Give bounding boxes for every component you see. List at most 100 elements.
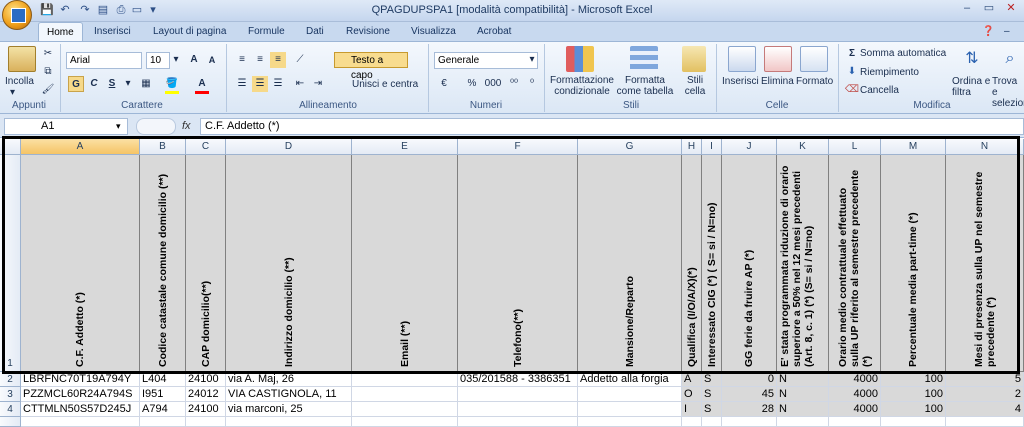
column-header-m[interactable]: M	[881, 139, 946, 155]
column-header-b[interactable]: B	[140, 139, 186, 155]
cell-f2[interactable]: 035/201588 - 3386351	[458, 372, 578, 387]
cell-g4[interactable]	[578, 402, 682, 417]
conditional-formatting-button[interactable]: Formattazione condizionale	[548, 75, 616, 97]
header-cell-i[interactable]: Interessato CIG (*) ( S= si / N=no)	[702, 155, 722, 372]
cell-h2[interactable]: A	[682, 372, 702, 387]
number-format-dropdown-icon[interactable]: ▾	[524, 52, 540, 68]
select-all-corner[interactable]	[0, 139, 21, 155]
cell-e4[interactable]	[352, 402, 458, 417]
delete-cells-icon[interactable]	[764, 46, 792, 72]
cell-i2[interactable]: S	[702, 372, 722, 387]
format-as-table-button[interactable]: Formatta come tabella	[614, 75, 676, 97]
restore-icon[interactable]: ▭	[978, 1, 1000, 17]
row-header-1[interactable]: 1	[0, 155, 21, 372]
column-header-l[interactable]: L	[829, 139, 881, 155]
sort-filter-button[interactable]: Ordina e filtra	[952, 76, 992, 98]
cell-c5[interactable]	[186, 417, 226, 427]
row-header-3[interactable]: 3	[0, 387, 21, 402]
header-cell-k[interactable]: E' stata programmata riduzione di orario…	[777, 155, 829, 372]
decrease-indent-icon[interactable]: ⇤	[292, 76, 308, 92]
format-cells-icon[interactable]	[800, 46, 828, 72]
shrink-font-icon[interactable]: A	[204, 52, 220, 68]
row-header-2[interactable]: 2	[0, 372, 21, 387]
tab-acrobat[interactable]: Acrobat	[469, 22, 519, 41]
font-size-dropdown-icon[interactable]: ▾	[168, 52, 184, 68]
cell-n5[interactable]	[946, 417, 1024, 427]
cell-b5[interactable]	[140, 417, 186, 427]
paste-button[interactable]: Incolla	[5, 76, 34, 87]
cell-l2[interactable]: 4000	[829, 372, 881, 387]
autosum-icon[interactable]: Σ	[844, 46, 860, 62]
cell-l5[interactable]	[829, 417, 881, 427]
format-painter-icon[interactable]: 🖌	[40, 82, 56, 98]
cell-k4[interactable]: N	[777, 402, 829, 417]
cell-m4[interactable]: 100	[881, 402, 946, 417]
bold-button[interactable]: G	[68, 76, 84, 92]
cell-m5[interactable]	[881, 417, 946, 427]
cell-n2[interactable]: 5	[946, 372, 1024, 387]
header-cell-g[interactable]: Mansione/Reparto	[578, 155, 682, 372]
minimize-icon[interactable]: –	[956, 1, 978, 17]
cell-n4[interactable]: 4	[946, 402, 1024, 417]
cell-j4[interactable]: 28	[722, 402, 777, 417]
cell-j3[interactable]: 45	[722, 387, 777, 402]
cell-i4[interactable]: S	[702, 402, 722, 417]
tab-home[interactable]: Home	[38, 22, 83, 41]
cell-styles-icon[interactable]	[682, 46, 706, 72]
cell-a3[interactable]: PZZMCL60R24A794S	[21, 387, 140, 402]
cell-a2[interactable]: LBRFNC70T19A794Y	[21, 372, 140, 387]
cell-g5[interactable]	[578, 417, 682, 427]
cut-icon[interactable]: ✂	[40, 46, 56, 62]
cell-h4[interactable]: I	[682, 402, 702, 417]
align-middle-icon[interactable]: ≡	[252, 52, 268, 68]
paste-icon[interactable]	[8, 46, 36, 72]
help-icon[interactable]: ❓	[982, 22, 994, 41]
formula-bar-expander[interactable]	[136, 118, 176, 135]
column-header-n[interactable]: N	[946, 139, 1024, 155]
cell-j5[interactable]	[722, 417, 777, 427]
delete-cells-button[interactable]: Elimina	[761, 76, 794, 87]
header-cell-j[interactable]: GG ferie da fruire AP (*)	[722, 155, 777, 372]
header-cell-f[interactable]: Telefono(**)	[458, 155, 578, 372]
cell-i3[interactable]: S	[702, 387, 722, 402]
clear-button[interactable]: Cancella	[860, 85, 899, 96]
autosum-button[interactable]: Somma automatica	[860, 48, 946, 59]
header-cell-m[interactable]: Percentuale media part-time (*)	[881, 155, 946, 372]
column-header-d[interactable]: D	[226, 139, 352, 155]
header-cell-e[interactable]: Email (**)	[352, 155, 458, 372]
cell-l3[interactable]: 4000	[829, 387, 881, 402]
thousands-button[interactable]: 000	[482, 76, 504, 92]
cell-f5[interactable]	[458, 417, 578, 427]
tab-review[interactable]: Revisione	[338, 22, 398, 41]
column-header-f[interactable]: F	[458, 139, 578, 155]
format-cells-button[interactable]: Formato	[796, 76, 833, 87]
header-cell-a[interactable]: C.F. Addetto (*)	[21, 155, 140, 372]
column-header-e[interactable]: E	[352, 139, 458, 155]
cell-n3[interactable]: 2	[946, 387, 1024, 402]
cell-l4[interactable]: 4000	[829, 402, 881, 417]
row-header-5[interactable]	[0, 417, 21, 427]
row-header-4[interactable]: 4	[0, 402, 21, 417]
cell-h3[interactable]: O	[682, 387, 702, 402]
cell-c3[interactable]: 24012	[186, 387, 226, 402]
tab-data[interactable]: Dati	[298, 22, 332, 41]
cell-d4[interactable]: via marconi, 25	[226, 402, 352, 417]
number-format-select[interactable]: Generale	[434, 52, 538, 69]
clear-icon[interactable]: ⌫	[844, 82, 860, 98]
name-box-dropdown-icon[interactable]: ▾	[116, 118, 121, 135]
header-cell-l[interactable]: Orario medio contrattuale effettuato sul…	[829, 155, 881, 372]
underline-button[interactable]: S	[104, 76, 120, 92]
cell-h5[interactable]	[682, 417, 702, 427]
wrap-text-button[interactable]: Testo a capo	[334, 52, 408, 81]
cell-e2[interactable]	[352, 372, 458, 387]
cell-d2[interactable]: via A. Maj, 26	[226, 372, 352, 387]
cell-m2[interactable]: 100	[881, 372, 946, 387]
column-header-k[interactable]: K	[777, 139, 829, 155]
cell-e5[interactable]	[352, 417, 458, 427]
cell-g2[interactable]: Addetto alla forgia	[578, 372, 682, 387]
insert-cells-icon[interactable]	[728, 46, 756, 72]
cell-k5[interactable]	[777, 417, 829, 427]
align-left-icon[interactable]: ☰	[234, 76, 250, 92]
tab-insert[interactable]: Inserisci	[86, 22, 139, 41]
fill-color-icon[interactable]: 🪣	[164, 76, 180, 92]
